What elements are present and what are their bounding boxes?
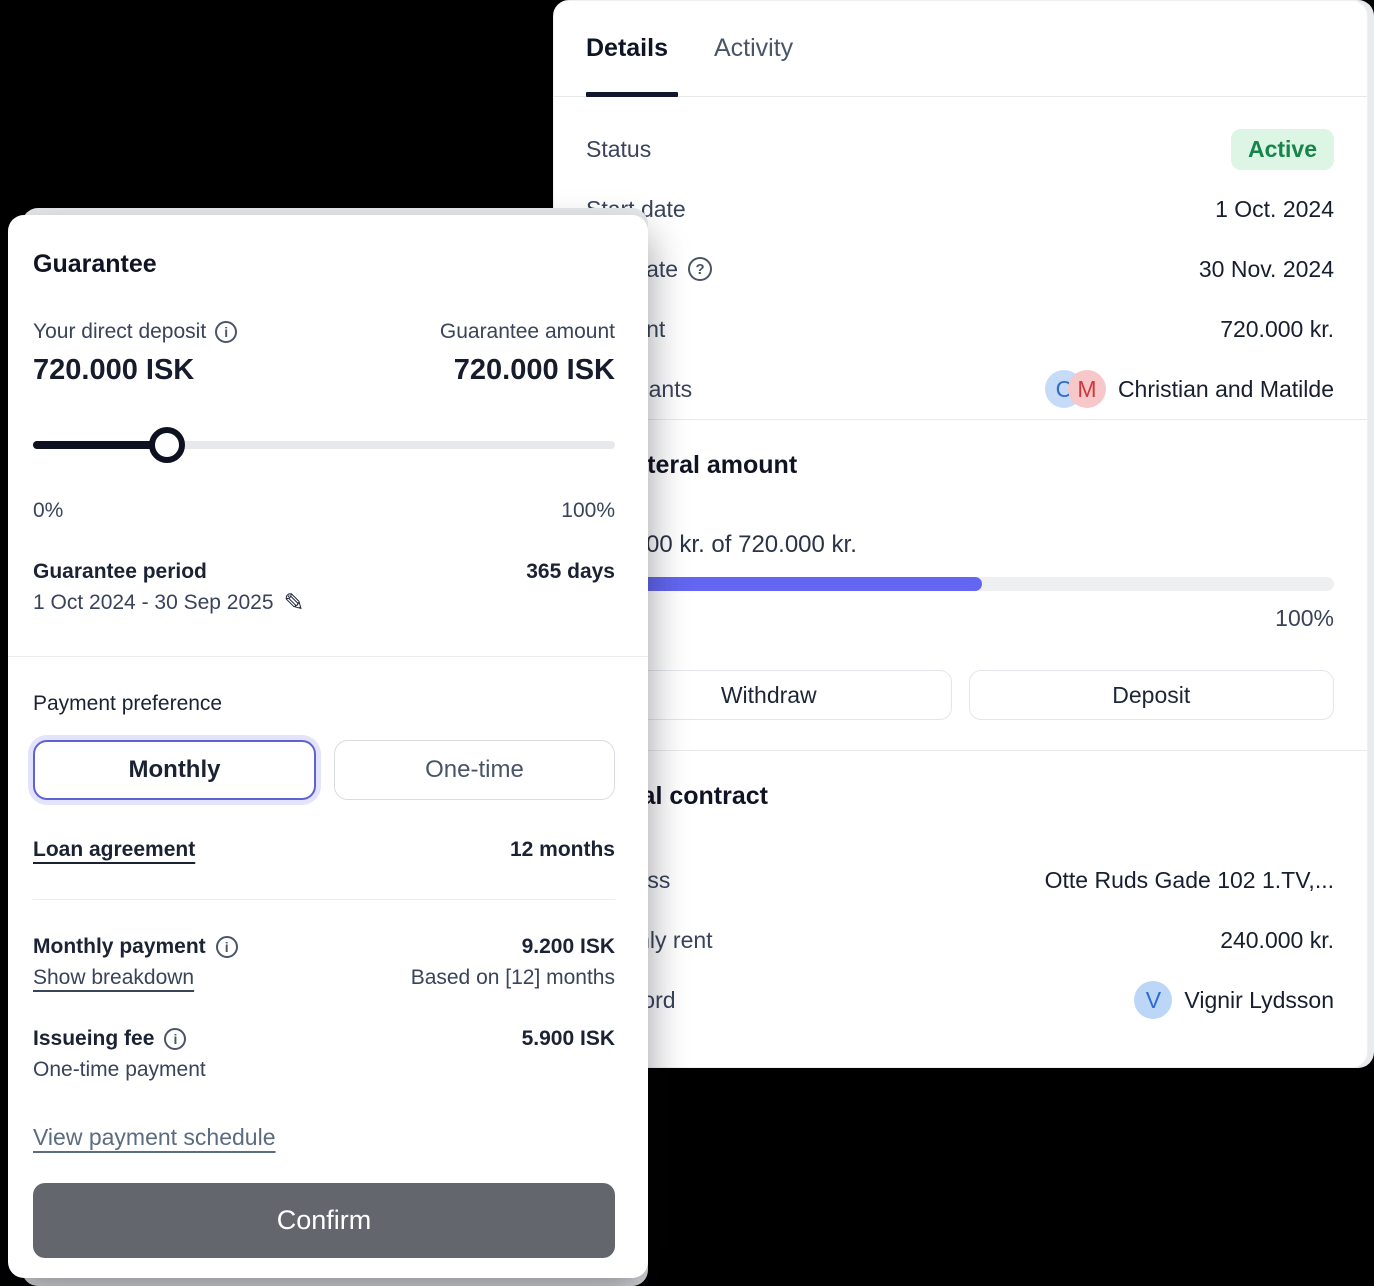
guarantee-title: Guarantee [33, 215, 615, 281]
applicants-value: C M Christian and Matilde [1045, 370, 1334, 408]
deposit-amount-row: Your direct deposit i 720.000 ISK Guaran… [33, 319, 615, 389]
payment-preference-options: Monthly One-time [33, 740, 615, 800]
monthly-payment-values: 9.200 ISK Based on [12] months [411, 934, 615, 992]
issueing-fee-label: Issueing fee i [33, 1026, 206, 1052]
address-row: Address Otte Ruds Gade 102 1.TV,... [586, 850, 1334, 910]
amount-row: Amount 720.000 kr. [586, 299, 1334, 359]
end-date-row: End date ? 30 Nov. 2024 [586, 239, 1334, 299]
guarantee-period-dates-text: 1 Oct 2024 - 30 Sep 2025 [33, 589, 274, 617]
rental-contract-title: Rental contract [586, 779, 1334, 813]
payment-schedule-row: View payment schedule [33, 1124, 615, 1150]
applicants-row: Applicants C M Christian and Matilde [586, 359, 1334, 419]
loan-agreement-value: 12 months [510, 837, 615, 863]
landlord-name: Vignir Lydsson [1184, 987, 1334, 1014]
guarantee-period-days: 365 days [526, 559, 615, 585]
guarantee-period-block: Guarantee period 1 Oct 2024 - 30 Sep 202… [33, 559, 304, 617]
status-label: Status [586, 136, 651, 163]
monthly-rent-row: Monthly rent 240.000 kr. [586, 910, 1334, 970]
rental-contract-section: Rental contract Address Otte Ruds Gade 1… [554, 750, 1367, 1030]
collateral-title: Collateral amount [586, 448, 1334, 482]
issueing-fee-note: One-time payment [33, 1056, 206, 1084]
show-breakdown-link[interactable]: Show breakdown [33, 964, 194, 992]
monthly-payment-label: Monthly payment i [33, 934, 238, 960]
help-circle-icon[interactable]: ? [688, 257, 712, 281]
status-row: Status Active [586, 119, 1334, 179]
info-circle-icon[interactable]: i [215, 321, 237, 343]
tab-bar: Details Activity [554, 1, 1367, 97]
applicant-avatars: C M [1045, 370, 1106, 408]
slider-fill [33, 441, 167, 449]
monthly-payment-row: Monthly payment i Show breakdown 9.200 I… [33, 934, 615, 992]
guarantee-amount-value: 720.000 ISK [454, 351, 615, 389]
guarantee-period-dates: 1 Oct 2024 - 30 Sep 2025 ✎ [33, 589, 304, 617]
start-date-row: Start date 1 Oct. 2024 [586, 179, 1334, 239]
monthly-payment-note: Based on [12] months [411, 964, 615, 992]
loan-agreement-row: Loan agreement 12 months [33, 837, 615, 863]
option-one-time[interactable]: One-time [334, 740, 615, 800]
option-monthly[interactable]: Monthly [33, 740, 316, 800]
direct-deposit-label: Your direct deposit i [33, 319, 237, 345]
guarantee-amount-label: Guarantee amount [440, 319, 615, 345]
monthly-payment-block: Monthly payment i Show breakdown [33, 934, 238, 992]
direct-deposit-block: Your direct deposit i 720.000 ISK [33, 319, 237, 389]
tab-activity[interactable]: Activity [714, 34, 793, 63]
direct-deposit-label-text: Your direct deposit [33, 319, 206, 345]
direct-deposit-value: 720.000 ISK [33, 351, 237, 389]
avatar: V [1134, 981, 1172, 1019]
loan-agreement-link[interactable]: Loan agreement [33, 837, 195, 863]
collateral-progress-track [586, 577, 1334, 591]
deposit-button[interactable]: Deposit [969, 670, 1335, 720]
monthly-payment-label-text: Monthly payment [33, 934, 206, 960]
info-circle-icon[interactable]: i [216, 936, 238, 958]
landlord-row: Landlord V Vignir Lydsson [586, 970, 1334, 1030]
active-tab-underline [586, 92, 678, 97]
end-date-value: 30 Nov. 2024 [1199, 256, 1334, 283]
tab-details[interactable]: Details [586, 34, 668, 63]
guarantee-amount-block: Guarantee amount 720.000 ISK [440, 319, 615, 389]
issueing-fee-label-text: Issueing fee [33, 1026, 154, 1052]
divider [33, 899, 615, 900]
confirm-button[interactable]: Confirm [33, 1183, 615, 1258]
applicants-names: Christian and Matilde [1118, 376, 1334, 403]
landlord-value: V Vignir Lydsson [1134, 981, 1334, 1019]
slider-max-label: 100% [561, 499, 615, 523]
issueing-fee-value: 5.900 ISK [522, 1026, 615, 1052]
slider-min-label: 0% [33, 499, 63, 523]
payment-preference-label: Payment preference [33, 691, 615, 717]
guarantee-slider[interactable] [33, 427, 615, 463]
status-badge: Active [1231, 129, 1334, 170]
pencil-icon[interactable]: ✎ [284, 589, 305, 617]
info-circle-icon[interactable]: i [164, 1028, 186, 1050]
avatar: M [1068, 370, 1106, 408]
guarantee-period-label: Guarantee period [33, 559, 304, 585]
monthly-payment-value: 9.200 ISK [522, 934, 615, 960]
collateral-section: Collateral amount 360.000 kr. of 720.000… [554, 419, 1367, 750]
guarantee-section: Guarantee Your direct deposit i 720.000 … [8, 215, 648, 657]
collateral-buttons: Withdraw Deposit [586, 670, 1334, 720]
slider-scale: 0% 100% [33, 499, 615, 523]
rental-contract-rows: Address Otte Ruds Gade 102 1.TV,... Mont… [586, 850, 1334, 1030]
collateral-scale-max: 100% [586, 604, 1334, 632]
payment-section: Payment preference Monthly One-time Loan… [8, 691, 648, 1258]
amount-value: 720.000 kr. [1220, 316, 1334, 343]
details-rows: Status Active Start date 1 Oct. 2024 End… [554, 97, 1367, 419]
collateral-progress-text: 360.000 kr. of 720.000 kr. [586, 530, 1334, 560]
start-date-value: 1 Oct. 2024 [1215, 196, 1334, 223]
slider-handle[interactable] [149, 427, 185, 463]
issueing-fee-block: Issueing fee i One-time payment [33, 1026, 206, 1084]
issueing-fee-row: Issueing fee i One-time payment 5.900 IS… [33, 1026, 615, 1084]
monthly-rent-value: 240.000 kr. [1220, 927, 1334, 954]
view-payment-schedule-link[interactable]: View payment schedule [33, 1124, 276, 1150]
guarantee-period-row: Guarantee period 1 Oct 2024 - 30 Sep 202… [33, 559, 615, 617]
guarantee-panel: Guarantee Your direct deposit i 720.000 … [8, 215, 648, 1278]
details-panel: Details Activity Status Active Start dat… [553, 0, 1368, 1068]
address-value: Otte Ruds Gade 102 1.TV,... [1045, 867, 1334, 894]
